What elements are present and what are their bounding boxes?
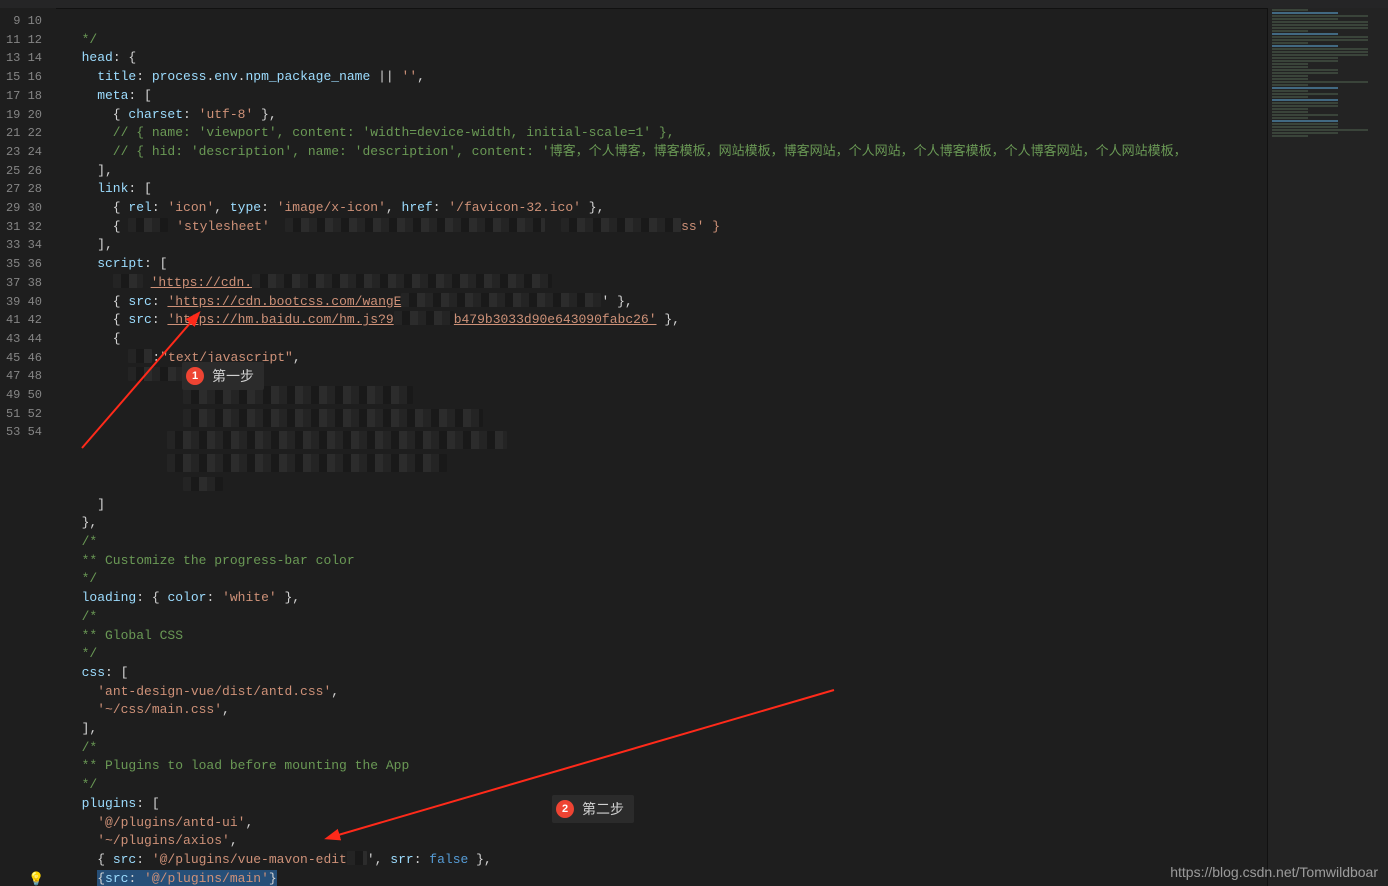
- code-text: // { hid: 'description', name: 'descript…: [66, 144, 1187, 159]
- code-text: /*: [66, 534, 97, 549]
- annotation-label: 第一步: [212, 366, 254, 386]
- code-text: meta: [66, 88, 128, 103]
- code-text: },: [66, 515, 97, 530]
- annotation-step2: 2 第二步: [552, 795, 634, 823]
- code-area[interactable]: */ head: { title: process.env.npm_packag…: [56, 8, 1268, 886]
- redacted: [285, 218, 545, 232]
- code-text: ]: [66, 497, 105, 512]
- annotation-badge: 2: [556, 800, 574, 818]
- redacted: [394, 311, 454, 325]
- redacted: [128, 349, 152, 363]
- code-text: ** Customize the progress-bar color: [66, 553, 355, 568]
- editor: 9 10 11 12 13 14 15 16 17 18 19 20 21 22…: [0, 8, 1268, 886]
- annotation-badge: 1: [186, 367, 204, 385]
- redacted: [183, 409, 483, 427]
- redacted: [113, 274, 143, 288]
- redacted: [252, 274, 552, 288]
- redacted: [128, 367, 188, 381]
- code-text: */: [66, 32, 97, 47]
- code-text: // { name: 'viewport', content: 'width=d…: [66, 125, 675, 140]
- redacted: [128, 218, 168, 232]
- code-text: : {: [113, 50, 136, 65]
- code-text: head: [66, 50, 113, 65]
- code-text: {: [66, 331, 121, 346]
- code-text: title: [66, 69, 136, 84]
- redacted: [167, 454, 447, 472]
- line-number-gutter: 9 10 11 12 13 14 15 16 17 18 19 20 21 22…: [0, 8, 56, 886]
- redacted: [347, 851, 367, 865]
- redacted: [183, 477, 223, 491]
- code-text: */: [66, 571, 97, 586]
- lightbulb-icon[interactable]: 💡: [28, 871, 42, 885]
- code-text: ],: [66, 163, 113, 178]
- minimap[interactable]: [1267, 8, 1388, 886]
- redacted: [167, 431, 507, 449]
- annotation-label: 第二步: [582, 799, 624, 819]
- redacted: [401, 293, 601, 307]
- redacted: [561, 218, 681, 232]
- code-text: ],: [66, 237, 113, 252]
- annotation-step1: 1 第一步: [182, 362, 264, 390]
